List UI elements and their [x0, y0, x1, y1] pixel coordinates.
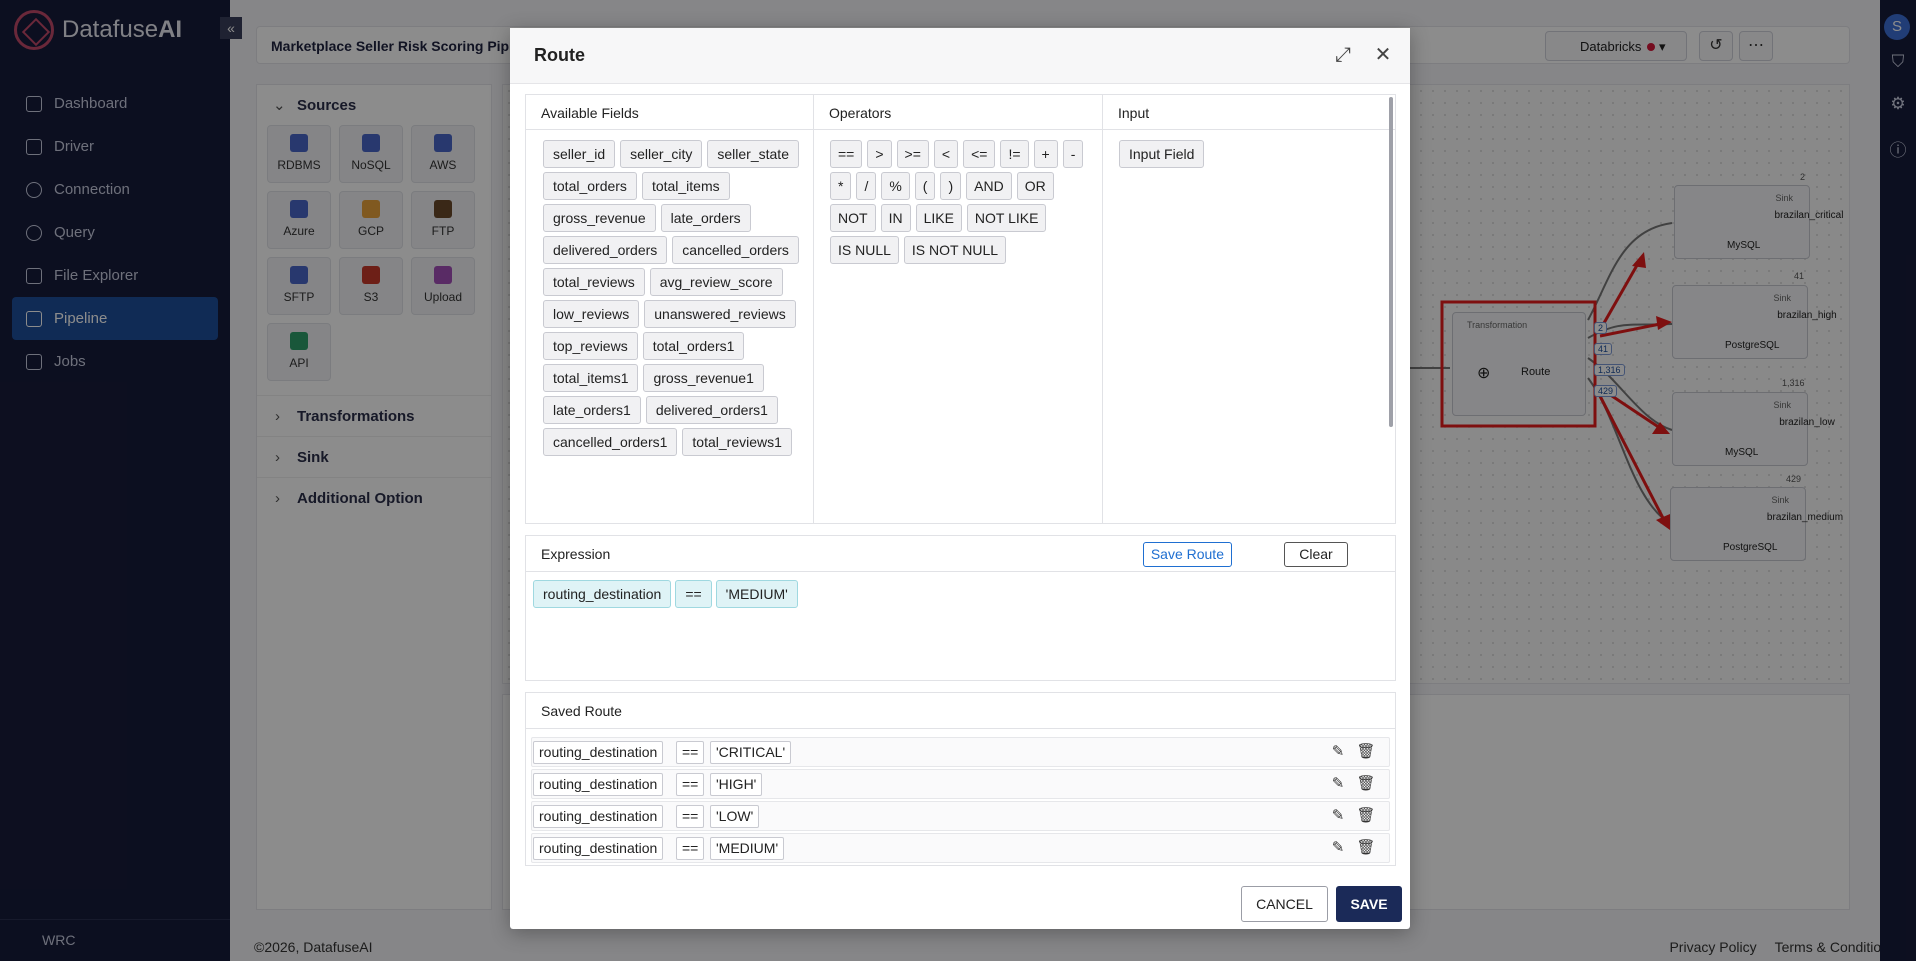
operator-chip[interactable]: -	[1062, 140, 1084, 168]
available-fields-title: Available Fields	[526, 95, 813, 130]
save-route-button[interactable]: Save Route	[1142, 542, 1232, 567]
saved-route-token: 'HIGH'	[710, 773, 763, 796]
expression-panel: Expression Save Route Clear routing_dest…	[525, 535, 1396, 681]
field-chip[interactable]: delivered_orders1	[645, 396, 778, 424]
saved-route-token: routing_destination	[533, 741, 664, 764]
expression-header: Expression Save Route Clear	[526, 536, 1395, 572]
expression-tokens: routing_destination == 'MEDIUM'	[526, 572, 1395, 608]
edit-icon[interactable]: ✎	[1328, 774, 1348, 794]
dialog-header: Route ⤢ ✕	[510, 28, 1410, 84]
trash-icon[interactable]: 🗑	[1356, 806, 1376, 826]
operator-chip[interactable]: OR	[1016, 172, 1054, 200]
expression-token[interactable]: routing_destination	[533, 580, 672, 608]
operator-chip[interactable]: IS NOT NULL	[903, 236, 1007, 264]
dialog-title: Route	[534, 45, 585, 65]
edit-icon[interactable]: ✎	[1328, 742, 1348, 762]
field-chip[interactable]: unanswered_reviews	[644, 300, 796, 328]
saved-route-token: routing_destination	[533, 773, 664, 796]
field-chip[interactable]: late_orders	[660, 204, 751, 232]
saved-routes-title: Saved Route	[526, 693, 1395, 729]
operator-chip[interactable]: IS NULL	[830, 236, 899, 264]
operator-chip[interactable]: >=	[896, 140, 929, 168]
input-column: Input Input Field	[1103, 95, 1395, 523]
operator-chip[interactable]: /	[856, 172, 877, 200]
field-chip[interactable]: total_reviews1	[682, 428, 792, 456]
edit-icon[interactable]: ✎	[1328, 838, 1348, 858]
operator-chip[interactable]: +	[1033, 140, 1058, 168]
field-chip[interactable]: seller_state	[707, 140, 799, 168]
input-field-chip[interactable]: Input Field	[1119, 140, 1205, 168]
operator-chip[interactable]: !=	[1000, 140, 1029, 168]
operator-chip[interactable]: NOT	[830, 204, 876, 232]
saved-route-token: 'LOW'	[710, 805, 760, 828]
edit-icon[interactable]: ✎	[1328, 806, 1348, 826]
operator-chip[interactable]: <	[933, 140, 959, 168]
saved-route-token: routing_destination	[533, 805, 664, 828]
saved-route-row: routing_destination == 'CRITICAL' ✎ 🗑	[531, 737, 1390, 767]
operator-chip-list: == > >= < <= != + - * /%() AND OR NOT IN LIKE NOT LIKE I…	[814, 130, 1102, 264]
operator-chip[interactable]: AND	[966, 172, 1012, 200]
saved-route-row: routing_destination == 'HIGH' ✎ 🗑	[531, 769, 1390, 799]
saved-route-row: routing_destination == 'LOW' ✎ 🗑	[531, 801, 1390, 831]
field-chip[interactable]: top_reviews	[543, 332, 638, 360]
operator-chip[interactable]: NOT LIKE	[966, 204, 1047, 232]
field-chip[interactable]: low_reviews	[543, 300, 640, 328]
expand-icon[interactable]: ⤢	[1330, 42, 1356, 68]
operator-chip[interactable]: (	[914, 172, 936, 200]
trash-icon[interactable]: 🗑	[1356, 774, 1376, 794]
operator-chip[interactable]: >	[867, 140, 892, 168]
operator-chip[interactable]: ==	[830, 140, 863, 168]
field-chip[interactable]: seller_id	[543, 140, 616, 168]
field-chip-list: seller_id seller_city seller_state total_or…	[526, 130, 813, 456]
available-fields-column: Available Fields seller_id seller_city sel…	[526, 95, 814, 523]
operator-chip[interactable]: *	[830, 172, 852, 200]
field-chip[interactable]: cancelled_orders	[672, 236, 799, 264]
operators-column: Operators == > >= < <= != + - * /%() AND OR NOT IN LIK…	[814, 95, 1103, 523]
input-title: Input	[1103, 95, 1395, 130]
route-dialog: Route ⤢ ✕ Available Fields seller_id sell…	[510, 28, 1410, 929]
field-chip[interactable]: avg_review_score	[649, 268, 783, 296]
scrollbar[interactable]	[1389, 97, 1393, 427]
field-chip[interactable]: gross_revenue1	[643, 364, 764, 392]
trash-icon[interactable]: 🗑	[1356, 742, 1376, 762]
save-button[interactable]: SAVE	[1336, 886, 1402, 922]
saved-route-token: ==	[676, 805, 705, 828]
field-chip[interactable]: total_orders1	[642, 332, 745, 360]
builder-columns: Available Fields seller_id seller_city sel…	[525, 94, 1396, 524]
cancel-button[interactable]: CANCEL	[1241, 886, 1328, 922]
field-chip[interactable]: delivered_orders	[543, 236, 668, 264]
saved-route-token: ==	[676, 837, 705, 860]
saved-route-token: 'MEDIUM'	[710, 837, 785, 860]
saved-routes-panel: Saved Route routing_destination == 'CRITIC…	[525, 692, 1396, 866]
saved-route-token: ==	[676, 773, 705, 796]
expression-token[interactable]: 'MEDIUM'	[715, 580, 798, 608]
field-chip[interactable]: seller_city	[620, 140, 703, 168]
expression-title: Expression	[541, 546, 611, 562]
trash-icon[interactable]: 🗑	[1356, 838, 1376, 858]
operator-chip[interactable]: IN	[880, 204, 911, 232]
operator-chip[interactable]: LIKE	[915, 204, 962, 232]
operator-chip[interactable]: )	[940, 172, 962, 200]
operators-title: Operators	[814, 95, 1102, 130]
operator-chip[interactable]: <=	[963, 140, 996, 168]
close-icon[interactable]: ✕	[1370, 42, 1396, 68]
field-chip[interactable]: total_orders	[543, 172, 637, 200]
input-chip-list: Input Field	[1103, 130, 1395, 168]
field-chip[interactable]: cancelled_orders1	[543, 428, 678, 456]
field-chip[interactable]: total_reviews	[543, 268, 645, 296]
field-chip[interactable]: total_items	[641, 172, 730, 200]
field-chip[interactable]: total_items1	[543, 364, 639, 392]
operator-chip[interactable]: %	[881, 172, 910, 200]
saved-route-row: routing_destination == 'MEDIUM' ✎ 🗑	[531, 833, 1390, 863]
expression-token[interactable]: ==	[675, 580, 712, 608]
saved-route-token: routing_destination	[533, 837, 664, 860]
field-chip[interactable]: gross_revenue	[543, 204, 656, 232]
saved-route-token: 'CRITICAL'	[710, 741, 792, 764]
field-chip[interactable]: late_orders1	[543, 396, 641, 424]
saved-route-token: ==	[676, 741, 705, 764]
clear-button[interactable]: Clear	[1284, 542, 1348, 567]
